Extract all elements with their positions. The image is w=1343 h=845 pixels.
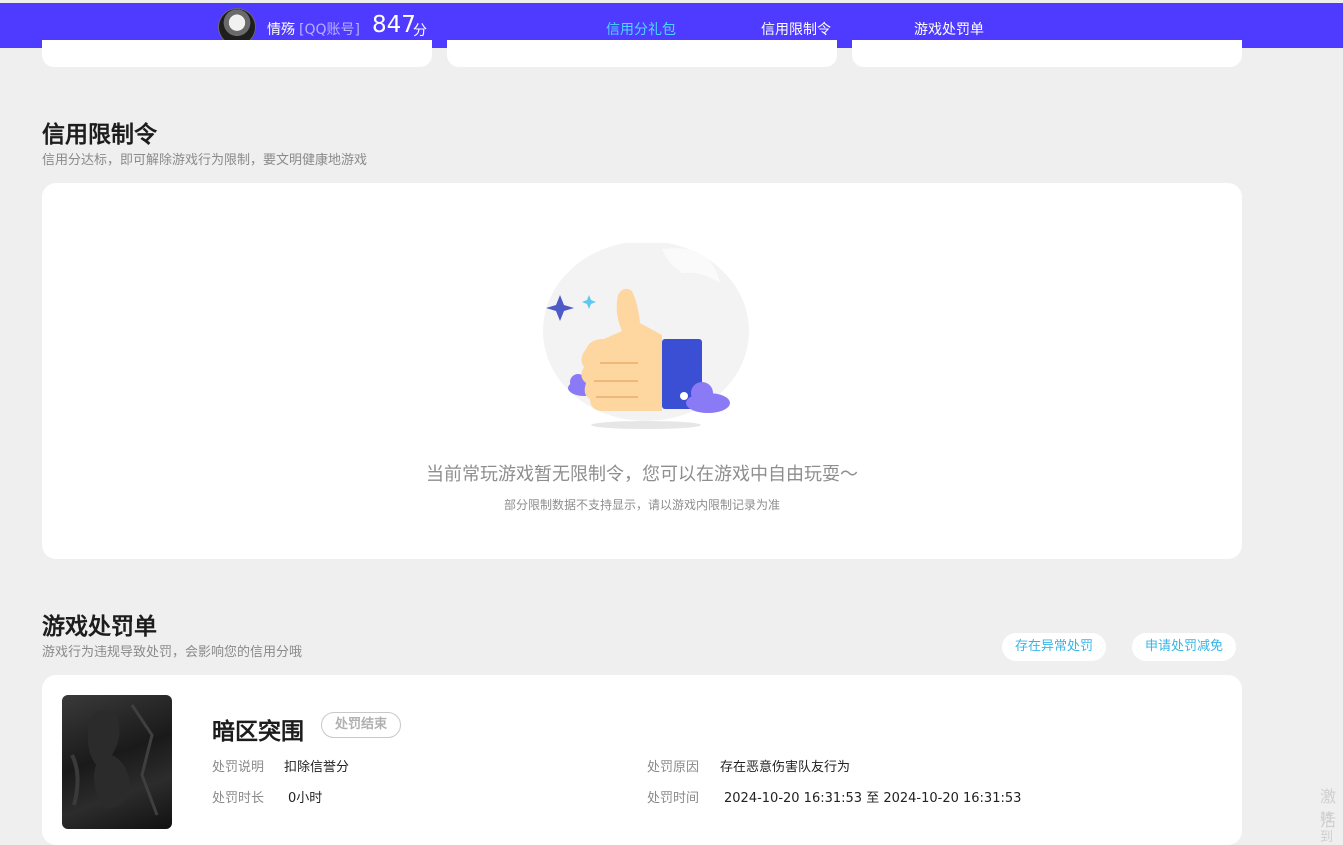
penalty-reason-label: 处罚原因 [647,760,700,775]
penalty-duration-label: 处罚时长 [212,791,265,806]
penalty-desc-value: 扣除信誉分 [284,760,350,775]
tab-credit-restriction[interactable]: 信用限制令 [761,19,831,39]
penalty-reason-value: 存在恶意伤害队友行为 [720,760,851,775]
credit-score: 847 [372,12,416,38]
empty-state-note: 部分限制数据不支持显示，请以游戏内限制记录为准 [503,498,780,512]
empty-state-message: 当前常玩游戏暂无限制令，您可以在游戏中自由玩耍～ [426,464,858,485]
tab-game-penalty[interactable]: 游戏处罚单 [914,19,984,39]
thumbs-up-illustration-icon [543,243,749,429]
restriction-section-subtitle: 信用分达标，即可解除游戏行为限制，要文明健康地游戏 [42,153,368,168]
restriction-section-title: 信用限制令 [42,122,157,148]
penalty-time-label: 处罚时间 [647,791,700,806]
restriction-card: 当前常玩游戏暂无限制令，您可以在游戏中自由玩耍～ 部分限制数据不支持显示，请以游… [42,183,1242,559]
penalty-section-subtitle: 游戏行为违规导致处罚，会影响您的信用分哦 [42,645,303,660]
game-cover-image [62,695,172,829]
tab-credit-gift[interactable]: 信用分礼包 [606,19,676,39]
appeal-penalty-button[interactable]: 申请处罚减免 [1132,633,1237,661]
penalty-section-title: 游戏处罚单 [42,614,157,640]
penalty-duration-value: 0小时 [288,791,323,806]
penalty-status-badge: 处罚结束 [321,712,402,738]
account-type-tag: [QQ账号] [299,22,360,38]
username: 情殇 [267,22,295,38]
activation-watermark-sub: 转到 [1320,811,1334,845]
penalty-time-value: 2024-10-20 16:31:53 至 2024-10-20 16:31:5… [724,791,1022,806]
penalty-card: 暗区突围 处罚结束 处罚说明 扣除信誉分 处罚原因 存在恶意伤害队友行为 处罚时… [42,675,1242,845]
game-name: 暗区突围 [212,719,304,745]
gift-card[interactable] [852,40,1242,67]
gift-card[interactable] [42,40,432,67]
game-cover-art [70,704,159,816]
penalty-desc-label: 处罚说明 [212,760,265,775]
gift-card[interactable] [447,40,837,67]
credit-score-unit: 分 [413,23,427,39]
abnormal-penalty-button[interactable]: 存在异常处罚 [1002,633,1107,661]
